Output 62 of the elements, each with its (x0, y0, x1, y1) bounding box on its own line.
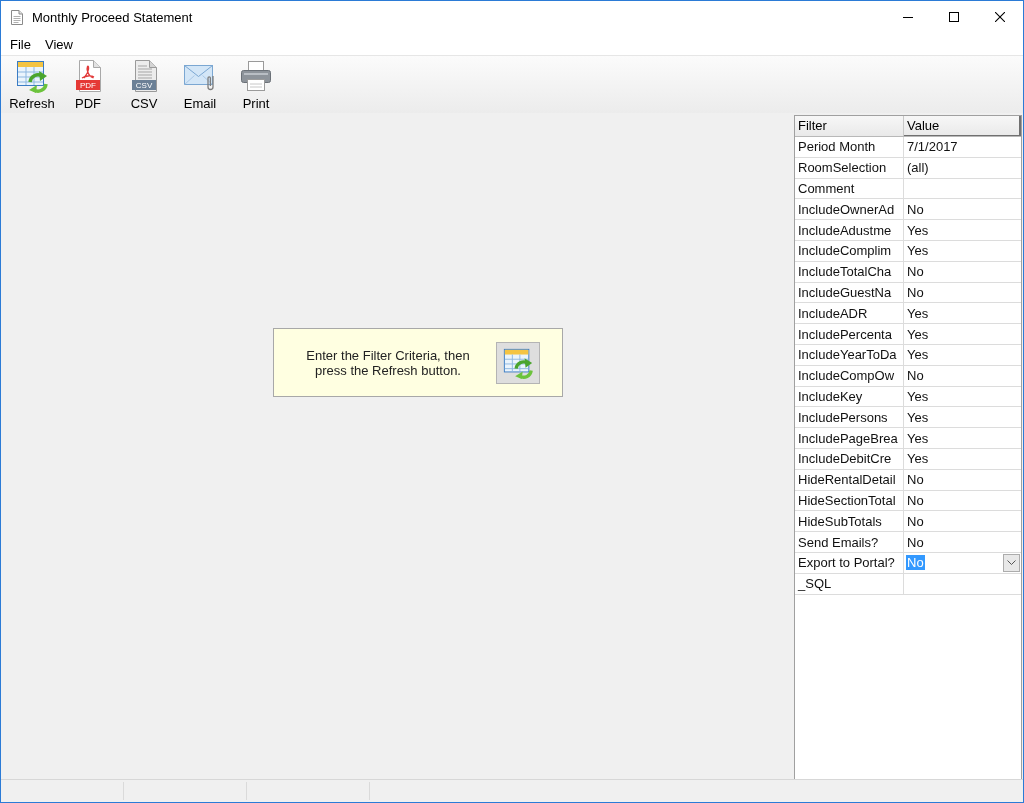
column-header[interactable]: Filter (795, 116, 904, 136)
value-cell[interactable]: No (904, 199, 1021, 220)
filter-cell: IncludePercenta (795, 324, 904, 344)
window-title: Monthly Proceed Statement (32, 9, 193, 25)
value-cell[interactable]: (all) (904, 157, 1021, 178)
chevron-down-icon (1007, 560, 1016, 566)
filter-cell: HideSectionTotal (795, 490, 904, 511)
value-cell[interactable]: Yes (904, 428, 1021, 448)
pdf-button[interactable]: PDF PDF (61, 56, 115, 112)
document-icon (11, 9, 23, 25)
value-cell[interactable]: No (904, 490, 1021, 511)
filter-cell: IncludeComplim (795, 241, 904, 261)
value-cell[interactable]: No (904, 282, 1021, 303)
filter-cell: IncludeCompOw (795, 365, 904, 386)
value-cell[interactable]: Yes (904, 407, 1021, 428)
minimize-icon (903, 16, 913, 18)
value-cell[interactable]: Yes (904, 241, 1021, 261)
spreadsheet-refresh-icon (502, 346, 534, 379)
csv-button[interactable]: CSV CSV (117, 56, 171, 112)
filter-cell: IncludeGuestNa (795, 282, 904, 303)
filter-cell: Send Emails? (795, 532, 904, 552)
value-cell[interactable]: No (904, 511, 1021, 532)
message-text: Enter the Filter Criteria, then press the Refresh button. (305, 347, 471, 378)
filter-cell: IncludeKey (795, 386, 904, 407)
filter-cell: RoomSelection (795, 157, 904, 178)
value-cell[interactable]: Yes (904, 220, 1021, 240)
filter-cell: Comment (795, 178, 904, 199)
filter-cell: IncludePageBrea (795, 428, 904, 448)
email-button[interactable]: Email (173, 56, 227, 112)
value-cell[interactable]: 7/1/2017 (904, 137, 1021, 157)
filter-cell: HideSubTotals (795, 511, 904, 532)
column-header[interactable]: Value (904, 116, 1021, 136)
filter-cell: Period Month (795, 137, 904, 157)
filter-cell: IncludePersons (795, 407, 904, 428)
maximize-icon (949, 12, 959, 22)
value-cell[interactable]: No (904, 469, 1021, 490)
value-cell[interactable]: Yes (904, 344, 1021, 365)
close-icon (995, 12, 1005, 22)
menu-item[interactable]: File (3, 34, 38, 54)
printer-icon (239, 59, 273, 93)
value-cell[interactable]: Yes (904, 303, 1021, 324)
filter-cell: Export to Portal? (795, 552, 904, 573)
filter-cell: IncludeADR (795, 303, 904, 324)
value-cell[interactable]: No (904, 365, 1021, 386)
value-cell[interactable]: No (904, 532, 1021, 552)
value-cell[interactable]: Yes (904, 448, 1021, 469)
menu-item[interactable]: View (37, 34, 80, 54)
filter-cell: HideRentalDetail (795, 469, 904, 490)
filter-cell: IncludeTotalCha (795, 261, 904, 282)
filter-cell: _SQL (795, 573, 904, 594)
dropdown-button[interactable] (1003, 553, 1020, 572)
filter-cell: IncludeYearToDa (795, 344, 904, 365)
refresh-button[interactable]: Refresh (5, 56, 59, 112)
print-button[interactable]: Print (229, 56, 283, 112)
filter-cell: IncludeAdustme (795, 220, 904, 240)
value-cell[interactable]: Yes (904, 324, 1021, 344)
value-cell[interactable]: Yes (904, 386, 1021, 407)
filter-cell: IncludeOwnerAd (795, 199, 904, 220)
refresh-button[interactable] (496, 341, 540, 384)
spreadsheet-refresh-icon (15, 59, 49, 93)
filter-cell: IncludeDebitCre (795, 448, 904, 469)
value-cell[interactable]: No (904, 261, 1021, 282)
